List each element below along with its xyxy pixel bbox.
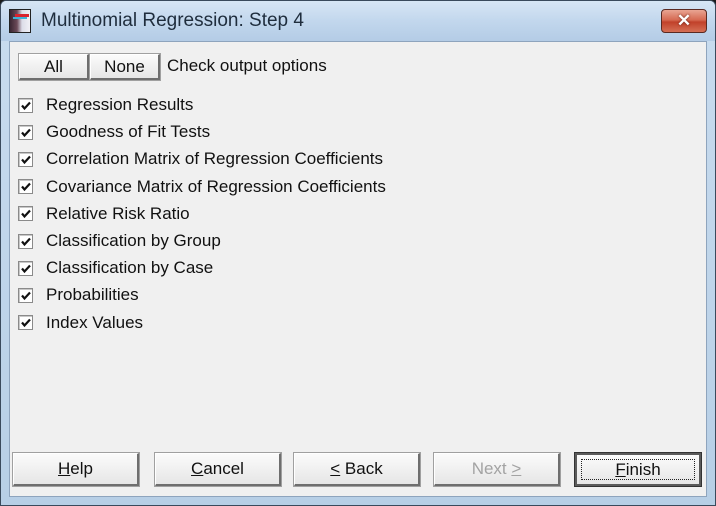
option-checkbox-row[interactable]: Classification by Case — [18, 257, 213, 279]
finish-button[interactable]: Finish — [574, 452, 702, 487]
option-label: Classification by Case — [46, 258, 214, 278]
checkmark-icon — [21, 237, 31, 246]
select-none-button[interactable]: None — [89, 53, 161, 81]
option-label: Regression Results — [46, 95, 194, 114]
checkbox[interactable] — [18, 315, 33, 331]
checkmark-icon — [21, 155, 31, 165]
next-label: Next > — [471, 459, 522, 478]
select-all-button[interactable]: All — [18, 53, 90, 81]
help-button[interactable]: Help — [12, 452, 140, 487]
option-label: Relative Risk Ratio — [46, 203, 190, 223]
option-label: Index Values — [46, 312, 144, 332]
back-button[interactable]: < Back — [293, 452, 421, 487]
title-bar[interactable]: Multinomial Regression: Step 4 ✕ — [1, 1, 715, 41]
app-icon[interactable] — [9, 9, 31, 33]
option-label: Goodness of Fit Tests — [46, 122, 211, 142]
dialog-window: Multinomial Regression: Step 4 ✕ All Non… — [0, 0, 716, 506]
option-checkbox-row[interactable]: Regression Results — [18, 94, 193, 116]
checkbox[interactable] — [18, 124, 33, 140]
help-label: Help — [58, 459, 93, 478]
close-icon: ✕ — [676, 11, 692, 30]
checkmark-icon — [21, 182, 31, 192]
option-checkbox-row[interactable]: Goodness of Fit Tests — [18, 121, 210, 143]
checkbox[interactable] — [18, 233, 33, 249]
select-none-label: None — [104, 56, 145, 76]
checkmark-icon — [21, 318, 31, 328]
checkmark-icon — [21, 210, 31, 219]
close-button[interactable]: ✕ — [661, 9, 707, 33]
option-label: Covariance Matrix of Regression Coeffici… — [46, 176, 386, 196]
option-label: Classification by Group — [46, 231, 221, 250]
option-label: Probabilities — [46, 285, 139, 305]
window-title: Multinomial Regression: Step 4 — [41, 10, 304, 31]
option-checkbox-row[interactable]: Relative Risk Ratio — [18, 203, 190, 225]
checkbox[interactable] — [18, 260, 33, 276]
next-button[interactable]: Next > — [433, 452, 561, 487]
option-checkbox-row[interactable]: Classification by Group — [18, 230, 221, 252]
checkbox[interactable] — [18, 206, 33, 222]
checkbox[interactable] — [18, 151, 33, 167]
cancel-label: Cancel — [191, 459, 244, 478]
dialog-body: All None Check output options Regression… — [9, 41, 707, 497]
checkmark-icon — [21, 291, 31, 301]
checkmark-icon — [21, 128, 31, 137]
checkbox[interactable] — [18, 287, 33, 303]
option-checkbox-row[interactable]: Correlation Matrix of Regression Coeffic… — [18, 148, 383, 170]
back-label: < Back — [330, 459, 383, 478]
option-label: Correlation Matrix of Regression Coeffic… — [46, 149, 383, 169]
focus-rectangle — [581, 459, 695, 480]
checkbox[interactable] — [18, 97, 33, 113]
checkbox[interactable] — [18, 179, 33, 195]
option-checkbox-row[interactable]: Index Values — [18, 312, 143, 334]
checkmark-icon — [21, 264, 31, 273]
cancel-button[interactable]: Cancel — [154, 452, 282, 487]
instruction-label: Check output options — [167, 56, 327, 75]
checkmark-icon — [21, 101, 31, 110]
option-checkbox-row[interactable]: Probabilities — [18, 284, 139, 306]
select-all-label: All — [44, 56, 63, 76]
option-checkbox-row[interactable]: Covariance Matrix of Regression Coeffici… — [18, 176, 386, 198]
